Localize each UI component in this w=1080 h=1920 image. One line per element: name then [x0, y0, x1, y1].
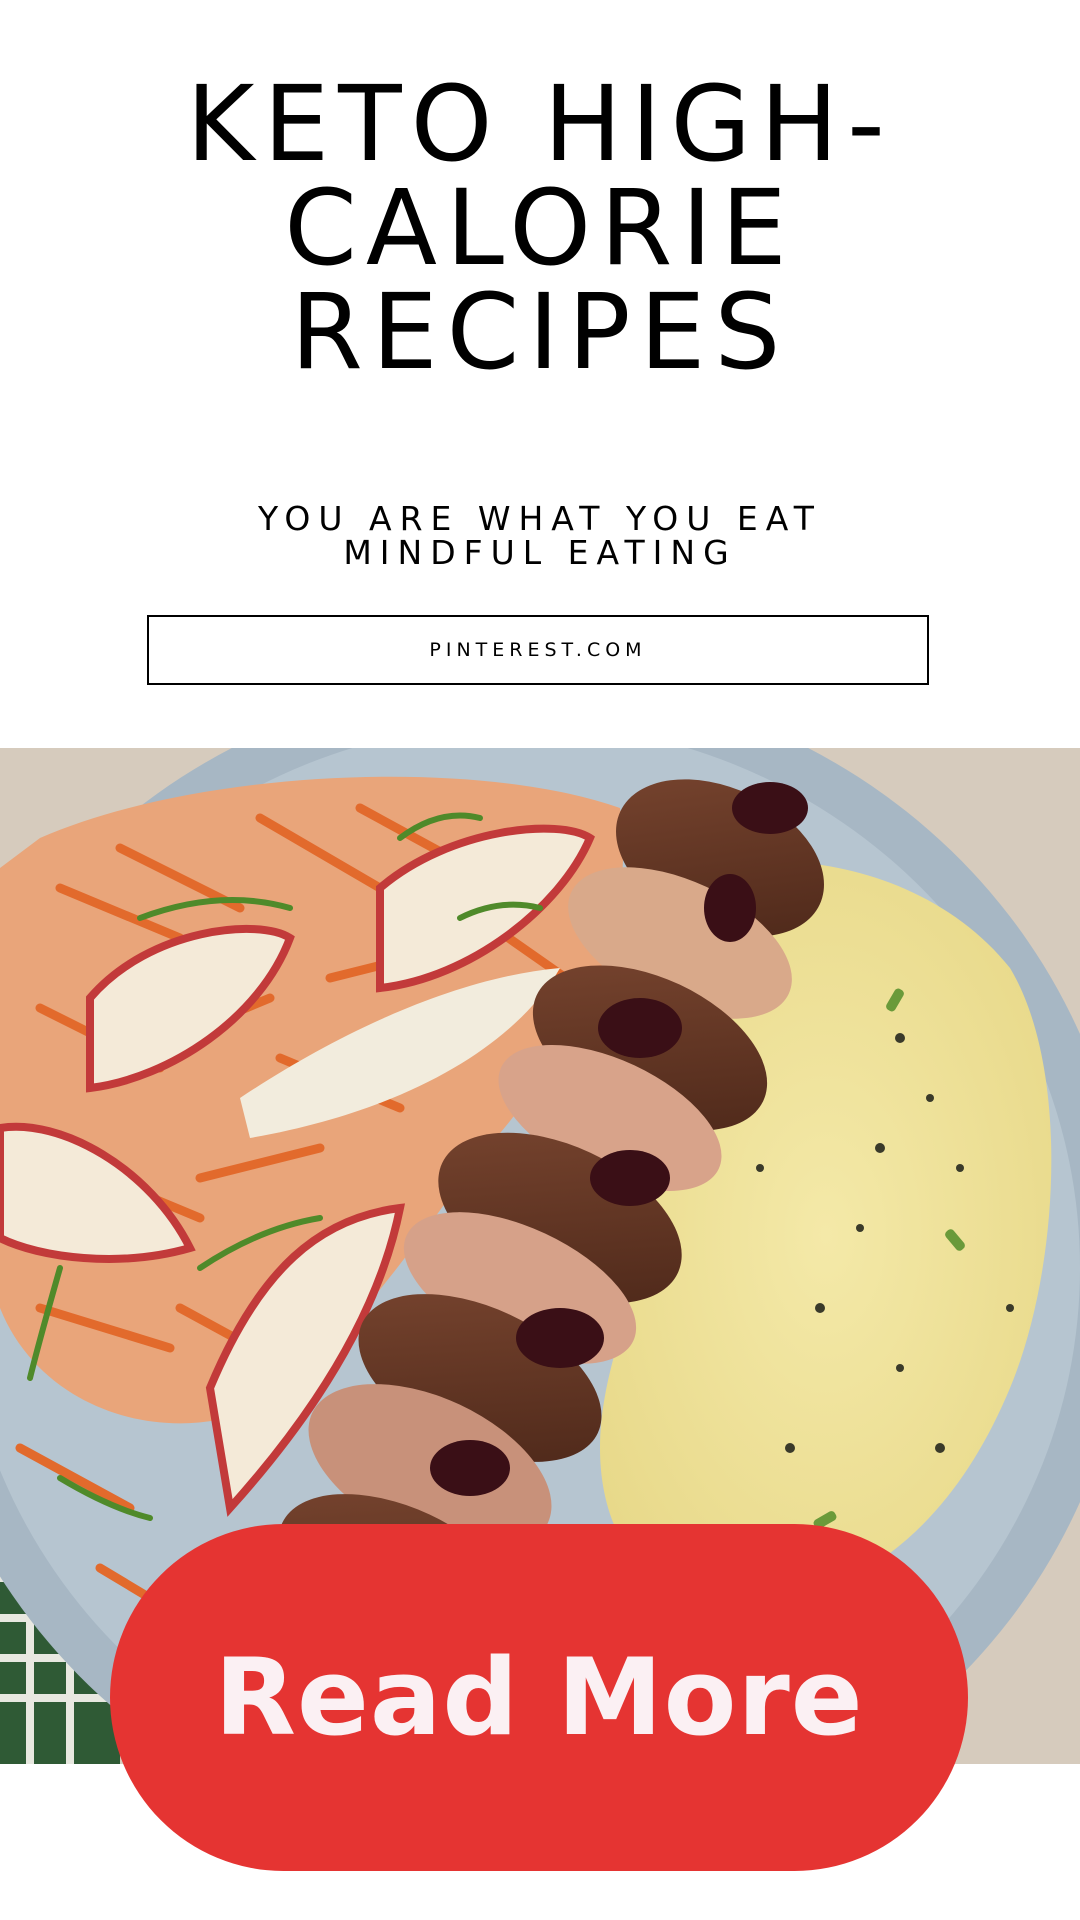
source-link[interactable]: PINTEREST.COM [147, 615, 929, 685]
title-line-1: KETO HIGH- [186, 63, 894, 185]
title-line-3: RECIPES [290, 271, 790, 393]
subtitle: YOU ARE WHAT YOU EAT MINDFUL EATING [0, 502, 1080, 570]
subtitle-line-1: YOU ARE WHAT YOU EAT [258, 499, 822, 538]
title-line-2: CALORIE [284, 167, 796, 289]
page-title: KETO HIGH- CALORIE RECIPES [0, 72, 1080, 384]
subtitle-line-2: MINDFUL EATING [343, 533, 737, 572]
read-more-button[interactable]: Read More [110, 1524, 968, 1871]
